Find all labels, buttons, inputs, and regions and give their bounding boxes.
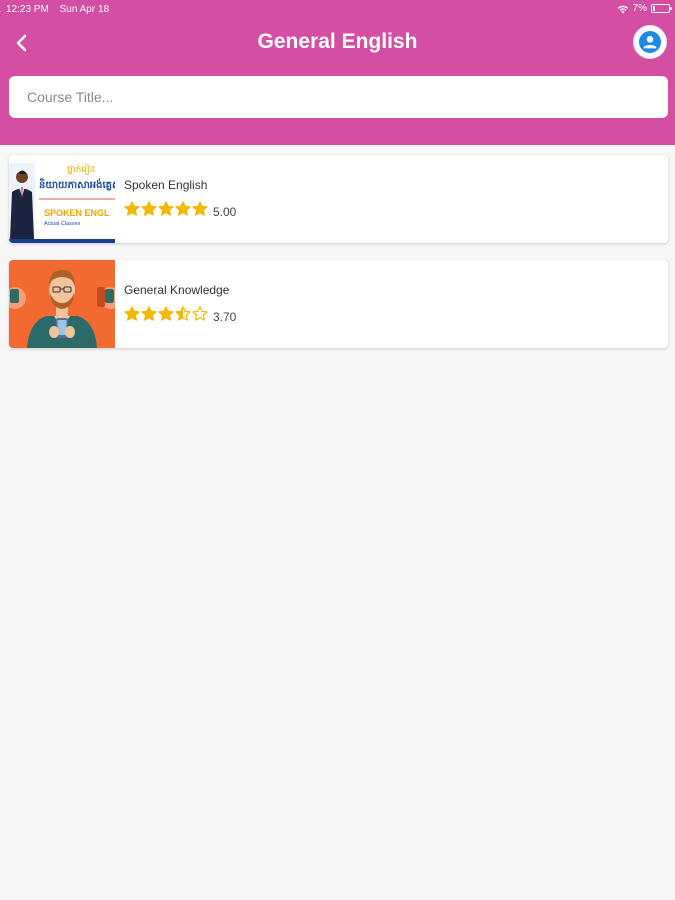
course-title: Spoken English — [124, 178, 208, 192]
battery-fill — [653, 6, 655, 11]
page-title: General English — [257, 30, 418, 53]
course-card-spoken-english[interactable]: ថ្នាក់រៀន និយាយភាសាអង់គ្លេស SPOKEN ENGL … — [9, 155, 668, 243]
star-filled-icon — [158, 201, 174, 216]
thumbnail-label: SPOKEN ENGL — [44, 208, 110, 218]
battery-icon — [651, 4, 672, 13]
star-filled-icon — [141, 201, 157, 216]
star-empty-icon — [192, 306, 208, 321]
profile-button[interactable] — [633, 25, 667, 59]
search-input[interactable] — [9, 76, 668, 118]
star-half-icon — [175, 306, 191, 321]
course-thumbnail: ថ្នាក់រៀន និយាយភាសាអង់គ្លេស SPOKEN ENGL … — [9, 155, 115, 243]
battery-percent: 7% — [632, 3, 647, 14]
star-filled-icon — [141, 306, 157, 321]
status-date: Sun Apr 18 — [59, 4, 110, 15]
rating-value: 5.00 — [213, 204, 237, 219]
course-card-general-knowledge[interactable]: General Knowledge 3.70 — [9, 260, 668, 348]
course-thumbnail — [9, 260, 115, 348]
thumbnail-khmer-title: និយាយភាសាអង់គ្លេស — [39, 178, 115, 191]
star-filled-icon — [192, 201, 208, 216]
rating-stars — [124, 306, 209, 327]
course-rating: 3.70 — [124, 306, 236, 327]
star-filled-icon — [158, 306, 174, 321]
status-time: 12:23 PM — [6, 4, 49, 15]
person-icon — [639, 31, 661, 53]
star-filled-icon — [175, 201, 191, 216]
thumbnail-khmer-subtitle: ថ្នាក់រៀន — [67, 163, 95, 175]
app-header: 12:23 PM Sun Apr 18 7% General English — [0, 0, 675, 145]
star-filled-icon — [124, 201, 140, 216]
status-bar: 12:23 PM Sun Apr 18 7% — [0, 0, 675, 18]
search-field[interactable] — [9, 76, 668, 118]
wifi-icon — [617, 5, 628, 13]
thumbnail-sublabel: Actual Classes — [44, 221, 81, 227]
rating-stars — [124, 201, 209, 222]
course-rating: 5.00 — [124, 201, 236, 222]
course-title: General Knowledge — [124, 283, 230, 297]
star-filled-icon — [124, 306, 140, 321]
rating-value: 3.70 — [213, 309, 237, 324]
